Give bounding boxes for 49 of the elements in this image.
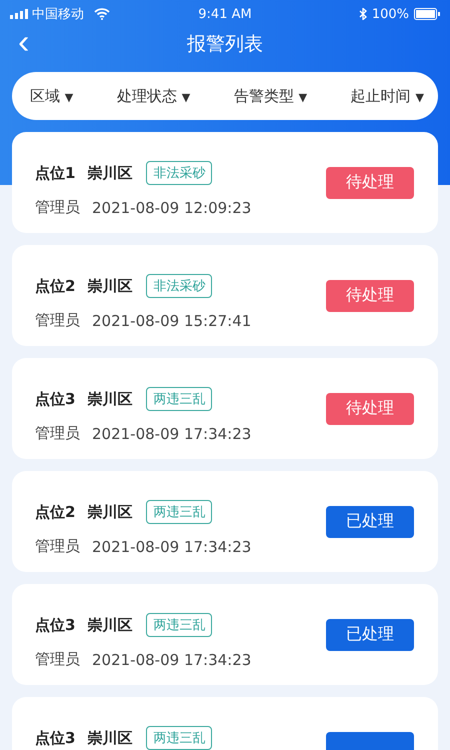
alarm-time: 2021-08-09 15:27:41 <box>92 312 252 330</box>
alarm-card[interactable]: 点位3 崇川区 两违三乱 <box>12 697 438 750</box>
alarm-card[interactable]: 点位1 崇川区 非法采砂 管理员 2021-08-09 12:09:23 待处理 <box>12 132 438 233</box>
back-button[interactable]: ‹ <box>18 26 30 58</box>
district-name: 崇川区 <box>87 502 132 522</box>
point-name: 点位3 <box>35 728 76 748</box>
district-name: 崇川区 <box>87 390 132 408</box>
role-label: 管理员 <box>35 650 80 669</box>
battery-icon <box>414 8 440 20</box>
alarm-time: 2021-08-09 12:09:23 <box>92 198 252 216</box>
filter-dropdown[interactable]: 处理状态 ▼ <box>116 86 190 106</box>
alarm-type-tag: 非法采砂 <box>146 161 212 185</box>
signal-icon <box>10 9 28 19</box>
alarm-type-tag: 两违三乱 <box>146 387 212 411</box>
alarm-type-tag: 两违三乱 <box>146 613 212 637</box>
status-button[interactable]: 已处理 <box>326 506 414 538</box>
alarm-card[interactable]: 点位2 崇川区 两违三乱 管理员 2021-08-09 17:34:23 已处理 <box>12 471 438 572</box>
role-label: 管理员 <box>35 424 80 443</box>
alarm-card[interactable]: 点位3 崇川区 两违三乱 管理员 2021-08-09 17:34:23 待处理 <box>12 358 438 459</box>
status-button[interactable]: 已处理 <box>326 618 414 650</box>
district-name: 崇川区 <box>87 616 132 634</box>
alarm-card[interactable]: 点位2 崇川区 非法采砂 管理员 2021-08-09 15:27:41 待处理 <box>12 245 438 346</box>
role-label: 管理员 <box>35 311 80 330</box>
point-name: 点位3 <box>35 616 76 634</box>
point-name: 点位1 <box>35 164 76 182</box>
filter-dropdown[interactable]: 区域 ▼ <box>30 86 74 106</box>
filter-dropdown[interactable]: 起止时间 ▼ <box>350 86 424 106</box>
alarm-card[interactable]: 点位3 崇川区 两违三乱 管理员 2021-08-09 17:34:23 已处理 <box>12 584 438 685</box>
point-name: 点位2 <box>35 502 76 522</box>
alarm-time: 2021-08-09 17:34:23 <box>92 650 252 668</box>
alarm-time: 2021-08-09 17:34:23 <box>92 424 252 442</box>
clock-time: 9:41 AM <box>198 6 252 22</box>
bluetooth-icon <box>358 8 367 20</box>
district-name: 崇川区 <box>87 164 132 182</box>
role-label: 管理员 <box>35 537 80 556</box>
alarm-type-tag: 两违三乱 <box>146 726 212 750</box>
point-name: 点位2 <box>35 276 76 296</box>
alarm-type-tag: 两违三乱 <box>146 500 212 524</box>
battery-percent: 100% <box>372 6 409 22</box>
page-title: 报警列表 <box>187 32 263 57</box>
district-name: 崇川区 <box>87 728 132 748</box>
carrier-name: 中国移动 <box>32 6 84 23</box>
district-name: 崇川区 <box>87 276 132 296</box>
point-name: 点位3 <box>35 390 76 408</box>
alarm-type-tag: 非法采砂 <box>146 274 212 298</box>
filter-dropdown[interactable]: 告警类型 ▼ <box>234 86 308 106</box>
role-label: 管理员 <box>35 198 80 217</box>
alarm-time: 2021-08-09 17:34:23 <box>92 538 252 556</box>
wifi-icon <box>94 8 110 20</box>
